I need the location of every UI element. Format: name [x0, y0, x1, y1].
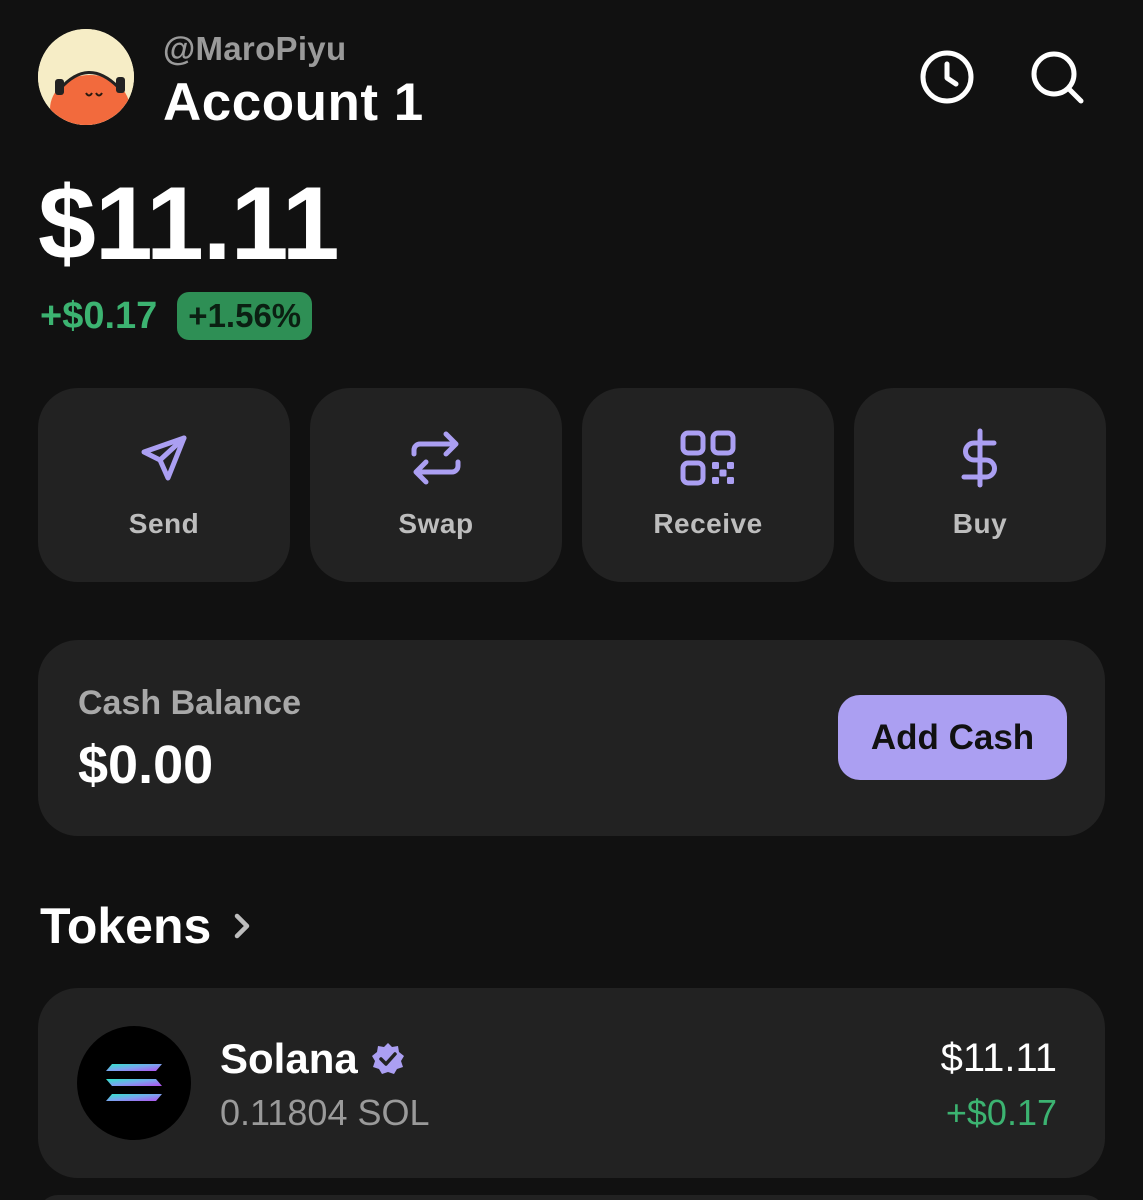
dollar-icon [961, 428, 997, 488]
qr-code-icon [680, 430, 736, 486]
swap-icon [411, 431, 461, 485]
total-balance: $11.11 [38, 166, 340, 282]
clock-icon [920, 50, 974, 104]
cash-balance-value: $0.00 [78, 735, 214, 795]
search-icon [1031, 51, 1084, 104]
token-amount: 0.11804 SOL [220, 1092, 430, 1133]
send-label: Send [128, 508, 200, 539]
token-change: +$0.17 [945, 1092, 1057, 1133]
change-amount: +$0.17 [40, 294, 158, 337]
buy-label: Buy [952, 508, 1008, 539]
action-bar: Send Swap Receive Buy [38, 388, 1106, 582]
token-row-partial[interactable] [38, 1195, 1105, 1200]
account-handle[interactable]: @MaroPiyu [163, 30, 346, 68]
swap-label: Swap [398, 508, 474, 539]
token-row[interactable]: Solana 0.11804 SOL $11.11 +$0.17 [38, 988, 1105, 1178]
balance-change: +$0.17 +1.56% [40, 292, 313, 340]
cash-balance-card: Cash Balance $0.00 Add Cash [38, 640, 1105, 836]
solana-logo-icon [77, 1026, 191, 1140]
add-cash-button[interactable]: Add Cash [838, 695, 1067, 780]
send-button[interactable]: Send [38, 388, 290, 582]
receive-button[interactable]: Receive [582, 388, 834, 582]
token-value: $11.11 [940, 1036, 1057, 1080]
wallet-home: @MaroPiyu Account 1 $11.11 +$0.17 +1.56%… [0, 0, 1143, 1200]
swap-button[interactable]: Swap [310, 388, 562, 582]
avatar[interactable] [38, 29, 134, 125]
token-title: Solana [220, 1035, 406, 1083]
account-name[interactable]: Account 1 [163, 72, 424, 133]
buy-button[interactable]: Buy [854, 388, 1106, 582]
send-icon [141, 435, 187, 481]
avatar-icon [38, 29, 134, 125]
change-percent-badge: +1.56% [177, 292, 313, 340]
chevron-right-icon [235, 913, 250, 939]
token-name: Solana [220, 1035, 358, 1082]
tokens-section-link[interactable]: Tokens [40, 897, 257, 955]
cash-balance-label: Cash Balance [78, 684, 301, 722]
tokens-title: Tokens [40, 898, 212, 954]
history-button[interactable] [918, 48, 976, 106]
receive-label: Receive [653, 508, 763, 539]
verified-badge-icon [371, 1043, 404, 1074]
search-button[interactable] [1028, 48, 1086, 106]
